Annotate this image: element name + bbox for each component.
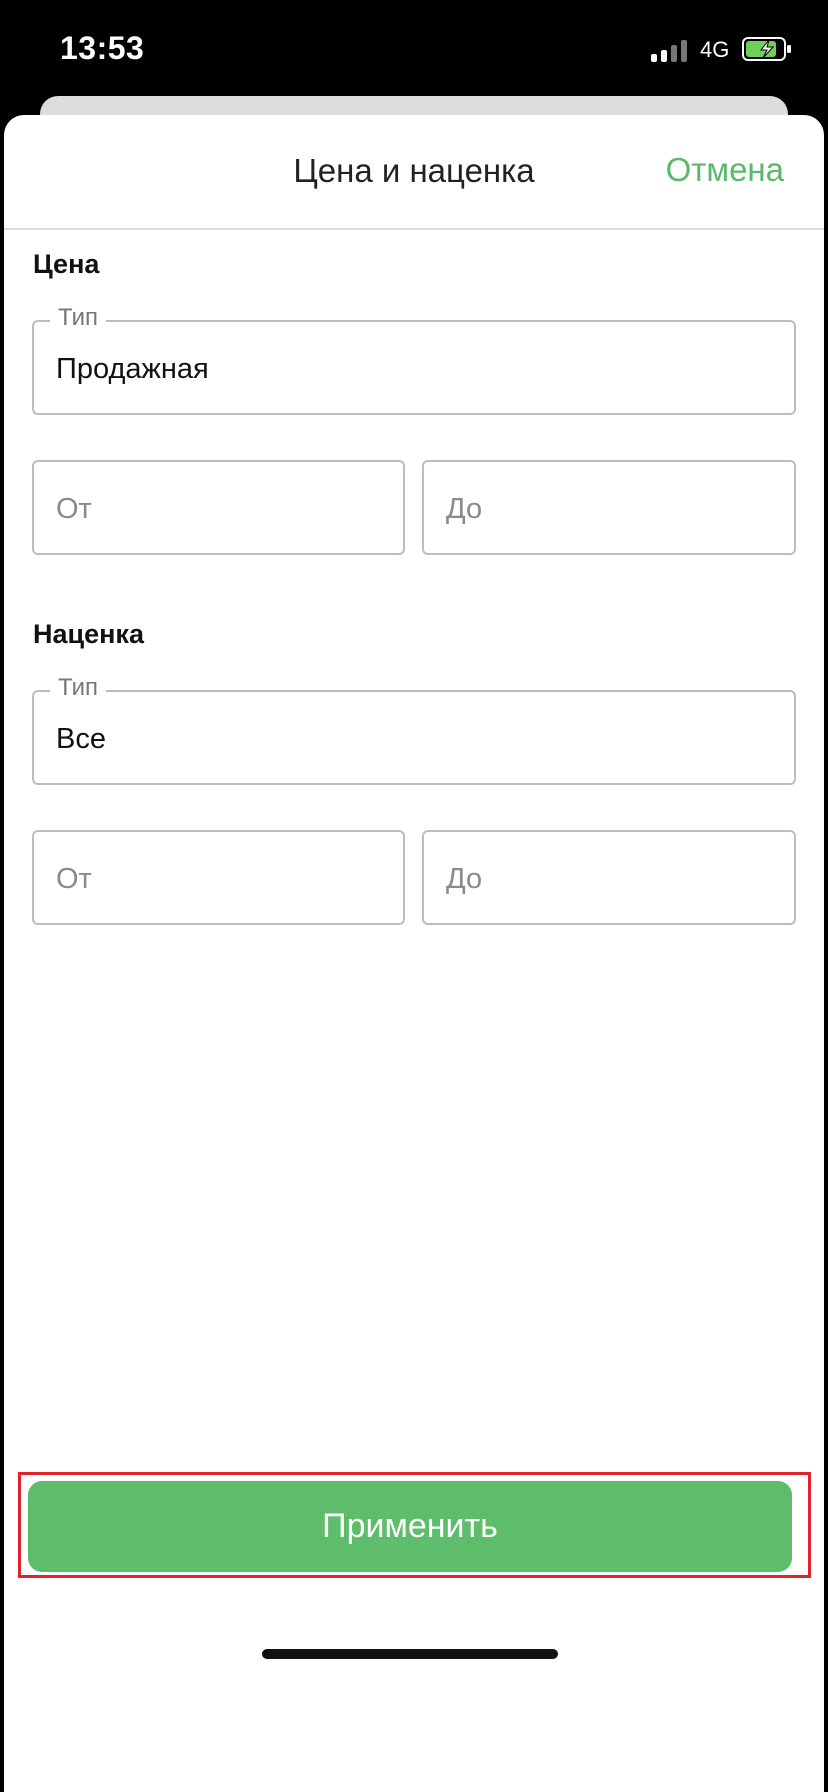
markup-from-input[interactable]: От: [32, 830, 405, 925]
price-to-input[interactable]: До: [422, 460, 796, 555]
price-to-placeholder: До: [446, 493, 483, 525]
markup-from-placeholder: От: [56, 863, 92, 895]
network-type: 4G: [700, 37, 730, 62]
status-bar: 13:53 4G: [0, 0, 828, 100]
cellular-signal-icon: [651, 38, 691, 62]
markup-section-title: Наценка: [33, 619, 144, 649]
status-time: 13:53: [60, 30, 145, 66]
apply-button[interactable]: Применить: [28, 1481, 792, 1572]
price-section-title: Цена: [33, 249, 100, 279]
markup-type-select[interactable]: Тип Все: [32, 674, 796, 785]
price-from-input[interactable]: От: [32, 460, 405, 555]
home-indicator: [262, 1649, 558, 1659]
sheet-header: Цена и наценка Отмена: [4, 115, 824, 230]
screen: 13:53 4G Цена и наценка Отмена Цена Тип: [0, 0, 828, 1792]
price-type-select[interactable]: Тип Продажная: [32, 304, 796, 415]
battery-charging-icon: [742, 37, 794, 61]
markup-to-placeholder: До: [446, 863, 483, 895]
markup-to-input[interactable]: До: [422, 830, 796, 925]
price-type-value: Продажная: [56, 353, 209, 385]
cancel-button[interactable]: Отмена: [666, 151, 784, 189]
price-type-label: Тип: [50, 304, 107, 332]
markup-type-value: Все: [56, 723, 106, 755]
markup-type-label: Тип: [50, 674, 107, 702]
price-from-placeholder: От: [56, 493, 92, 525]
